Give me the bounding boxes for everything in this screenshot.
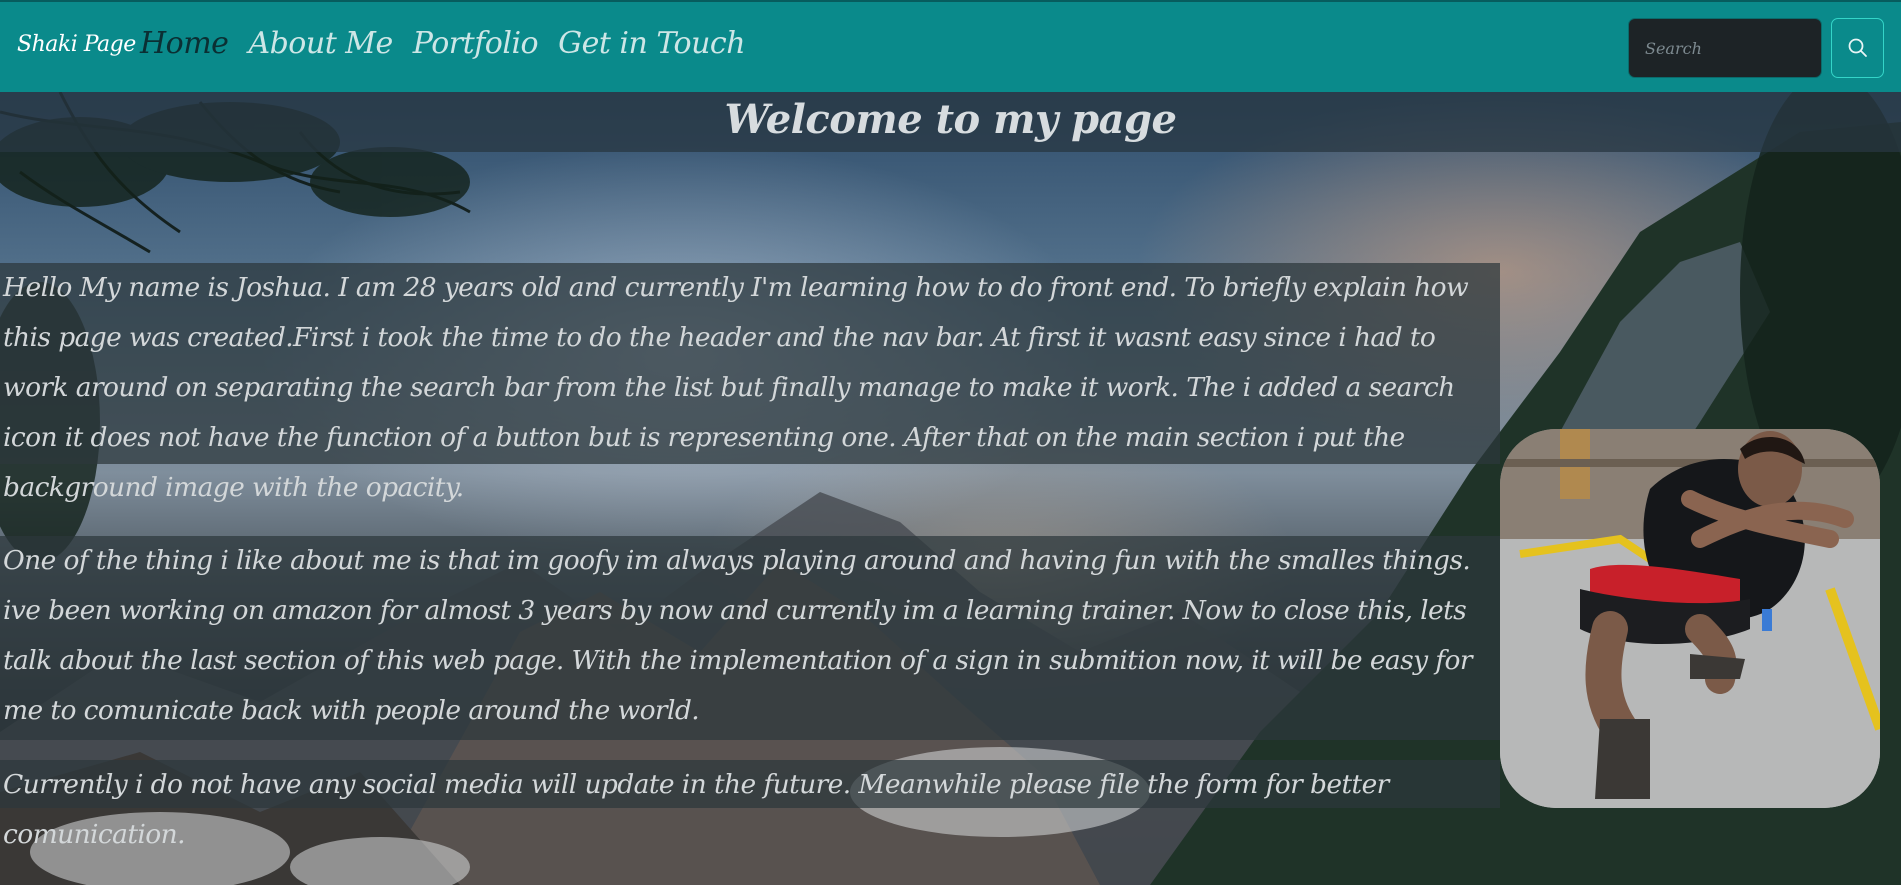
social-paragraph: Currently i do not have any social media… (0, 760, 1500, 850)
nav-link-portfolio[interactable]: Portfolio (413, 26, 539, 61)
brand-logo[interactable]: Shaki Page (17, 32, 136, 57)
intro-paragraph: Hello My name is Joshua. I am 28 years o… (0, 263, 1500, 503)
profile-photo-drawing (1500, 429, 1880, 808)
nav-link-about-me[interactable]: About Me (248, 26, 393, 61)
nav-links: Home About Me Portfolio Get in Touch (140, 26, 765, 61)
main-section: Welcome to my page Hello My name is Josh… (0, 92, 1901, 885)
about-paragraph: One of the thing i like about me is that… (0, 536, 1500, 740)
profile-photo (1500, 429, 1880, 808)
search-button[interactable] (1831, 18, 1884, 78)
nav-link-home[interactable]: Home (140, 26, 229, 61)
navbar: Shaki Page Home About Me Portfolio Get i… (0, 0, 1901, 92)
search-icon (1848, 38, 1867, 57)
nav-link-get-in-touch[interactable]: Get in Touch (558, 26, 745, 61)
search-input[interactable] (1628, 18, 1822, 78)
page-title: Welcome to my page (724, 96, 1177, 143)
